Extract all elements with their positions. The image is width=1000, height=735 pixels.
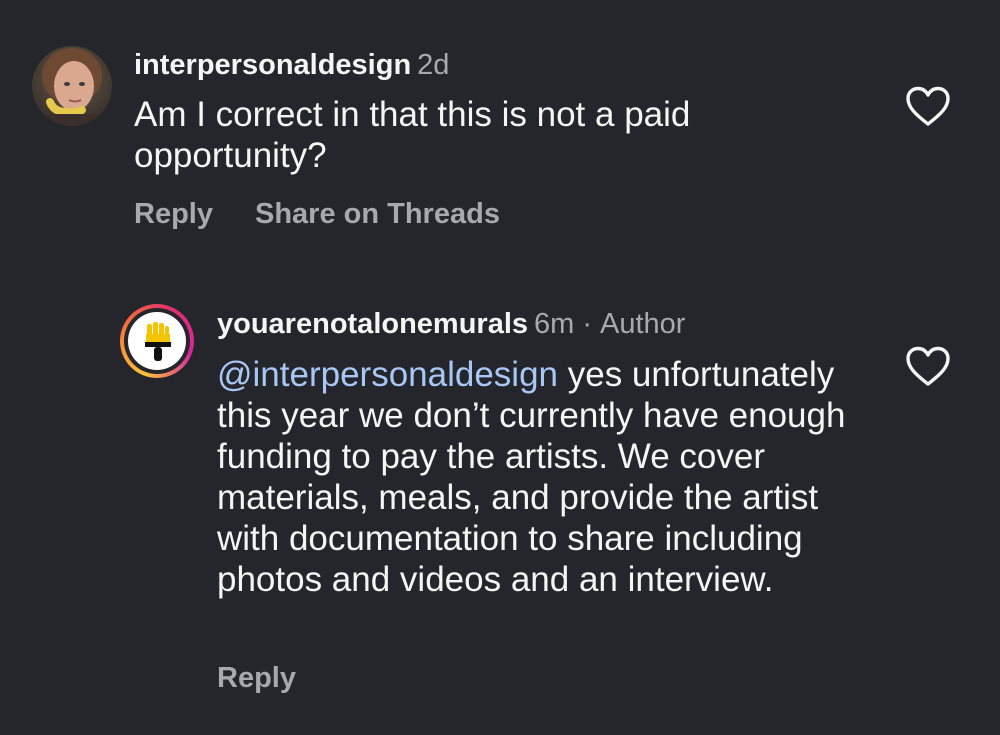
comment-actions: Reply — [217, 660, 296, 696]
username[interactable]: youarenotalonemurals — [217, 308, 528, 340]
comment-text: Am I correct in that this is not a paid … — [134, 94, 784, 176]
comment-header: interpersonaldesign 2d — [134, 47, 449, 83]
reply-button[interactable]: Reply — [134, 198, 213, 230]
user-photo-icon — [32, 46, 112, 126]
separator: · — [582, 308, 592, 340]
avatar[interactable] — [32, 46, 112, 126]
avatar — [128, 312, 186, 370]
paintbrush-hand-icon — [145, 322, 171, 361]
reply-button[interactable]: Reply — [217, 662, 296, 694]
comment-header: youarenotalonemurals 6m · Author — [217, 306, 685, 342]
heart-outline-icon[interactable] — [905, 86, 951, 128]
share-on-threads-button[interactable]: Share on Threads — [255, 198, 500, 230]
story-ring-avatar[interactable] — [120, 304, 194, 378]
author-badge: Author — [600, 308, 686, 340]
comment-body: Am I correct in that this is not a paid … — [134, 95, 691, 175]
comment-text: @interpersonaldesign yes unfortunately t… — [217, 354, 867, 600]
reply-comment-item: youarenotalonemurals 6m · Author @interpers… — [0, 250, 1000, 735]
comment-actions: Reply Share on Threads — [134, 196, 500, 232]
comment-item: interpersonaldesign 2d Am I correct in th… — [0, 0, 1000, 250]
mention-link[interactable]: @interpersonaldesign — [217, 355, 558, 394]
timestamp: 6m — [534, 308, 575, 340]
heart-outline-icon[interactable] — [905, 346, 951, 388]
username[interactable]: interpersonaldesign — [134, 49, 411, 81]
timestamp: 2d — [417, 49, 450, 81]
